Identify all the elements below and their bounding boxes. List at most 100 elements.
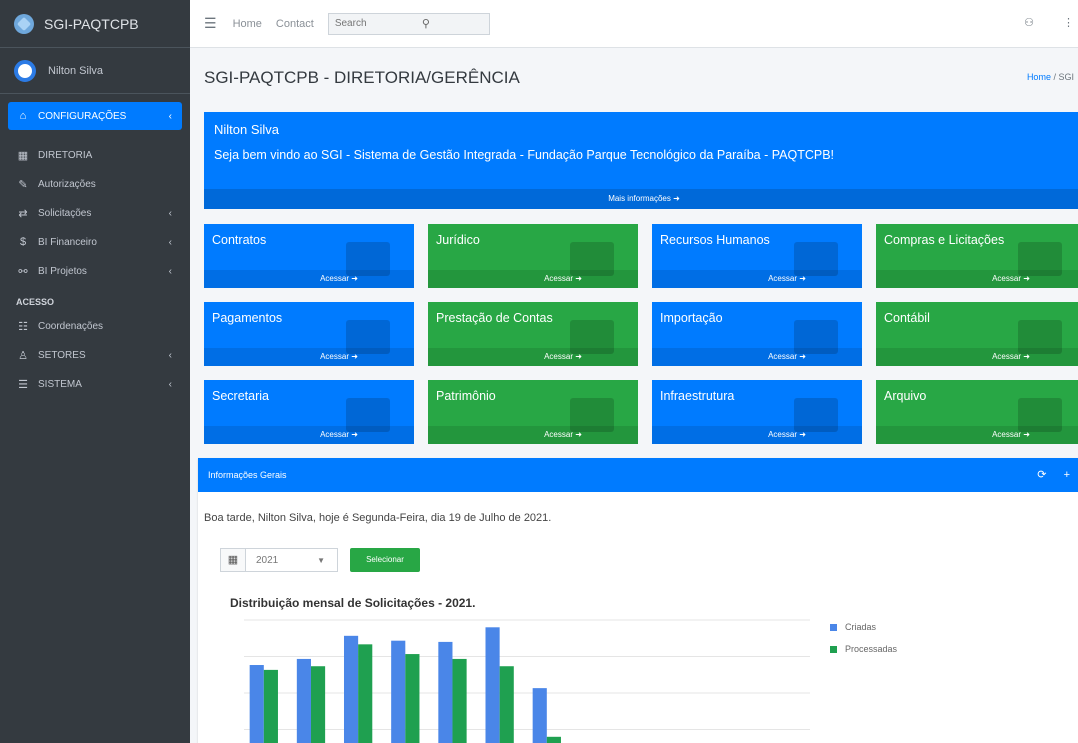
module-access-link[interactable]: Acessar ➜ [428,348,638,366]
content-wrapper: SGI-PAQTCPB - DIRETORIA/GERÊNCIA Home / … [190,48,1078,743]
module-box[interactable]: Jurídico Acessar ➜ [428,224,638,288]
module-box[interactable]: Secretaria Acessar ➜ [204,380,414,444]
module-access-link[interactable]: Acessar ➜ [204,426,414,444]
chart-legend: Criadas Processadas [830,622,897,666]
breadcrumb-home[interactable]: Home [1027,72,1051,82]
module-access-link[interactable]: Acessar ➜ [204,348,414,366]
bar-processadas-3[interactable] [405,654,420,743]
bar-processadas-5[interactable] [499,666,514,743]
breadcrumb-current: SGI [1058,72,1074,82]
chevron-left-icon: ‹ [168,265,172,277]
nav-link-contact[interactable]: Contact [276,18,314,30]
bar-criadas-3[interactable] [391,640,406,743]
bar-criadas-0[interactable] [249,665,264,743]
expand-icon[interactable]: + [1064,469,1070,481]
legend-swatch [830,645,837,653]
module-box[interactable]: Contábil Acessar ➜ [876,302,1078,366]
module-box-title: Patrimônio [436,389,496,403]
bar-criadas-1[interactable] [296,658,311,743]
bar-criadas-2[interactable] [343,635,359,743]
module-box[interactable]: Pagamentos Acessar ➜ [204,302,414,366]
module-box[interactable]: Recursos Humanos Acessar ➜ [652,224,862,288]
legend-swatch [830,623,837,631]
user-panel[interactable]: Nilton Silva [0,48,190,94]
module-access-link[interactable]: Acessar ➜ [428,270,638,288]
sidebar-item-label: Solicitações [38,207,92,219]
chevron-left-icon: ‹ [168,110,172,122]
bar-criadas-4[interactable] [438,641,453,743]
welcome-message: Seja bem vindo ao SGI - Sistema de Gestã… [214,148,835,162]
greeting-text: Boa tarde, Nilton Silva, hoje é Segunda-… [204,512,552,524]
module-access-link[interactable]: Acessar ➜ [652,348,862,366]
module-box[interactable]: Importação Acessar ➜ [652,302,862,366]
module-box-title: Secretaria [212,389,269,403]
bar-processadas-1[interactable] [310,666,326,743]
sidebar-item-item-5[interactable]: ⚯ BI Projetos ‹ [8,258,182,284]
welcome-name: Nilton Silva [214,122,280,137]
module-box[interactable]: Infraestrutura Acessar ➜ [652,380,862,444]
bar-processadas-4[interactable] [452,658,467,743]
calendar-icon[interactable]: ▦ [220,548,246,572]
sidebar-item-label: Autorizações [38,178,96,190]
table-icon: ▦ [17,149,29,162]
sidebar-item-label: SETORES [38,349,86,361]
module-box-title: Arquivo [884,389,927,403]
select-button[interactable]: Selecionar [350,548,420,572]
chevron-left-icon: ‹ [168,207,172,219]
bar-processadas-6[interactable] [546,736,561,743]
module-box[interactable]: Compras e Licitações Acessar ➜ [876,224,1078,288]
brand-link[interactable]: SGI-PAQTCPB [0,0,190,48]
user-menu-icon[interactable]: ⚇ [1024,17,1034,29]
sidebar-item-item-2[interactable]: ✎ Autorizações [8,171,182,197]
module-box[interactable]: Prestação de Contas Acessar ➜ [428,302,638,366]
brand-logo-icon [14,13,34,34]
sidebar-item-label: BI Projetos [38,265,87,277]
page-title: SGI-PAQTCPB - DIRETORIA/GERÊNCIA [204,68,520,87]
top-right-icons: ⚇ ⋮ [998,16,1074,29]
sidebar-item-item-0[interactable]: ⌂ CONFIGURAÇÕES ‹ [8,102,182,130]
sidebar-item-label: Coordenações [38,320,104,332]
module-access-link[interactable]: Acessar ➜ [876,426,1078,444]
nav-link-home[interactable]: Home [233,18,262,30]
refresh-icon[interactable]: ⟳ [1037,469,1046,481]
module-box[interactable]: Contratos Acessar ➜ [204,224,414,288]
legend-item[interactable]: Criadas [830,622,897,632]
menu-toggle-icon[interactable]: ☰ [204,15,217,32]
sidebar-item-section-1[interactable]: ♙ SETORES ‹ [8,342,182,368]
users-icon: ☷ [18,320,28,333]
brand-name: SGI-PAQTCPB [44,15,139,32]
module-access-link[interactable]: Acessar ➜ [652,270,862,288]
year-select[interactable]: 2021 ▼ [246,548,338,572]
module-box[interactable]: Patrimônio Acessar ➜ [428,380,638,444]
module-access-link[interactable]: Acessar ➜ [652,426,862,444]
sidebar-item-label: SISTEMA [38,378,82,390]
sidebar-item-section-0[interactable]: ☷ Coordenações [8,313,182,339]
bar-processadas-2[interactable] [358,644,373,743]
module-access-link[interactable]: Acessar ➜ [876,270,1078,288]
bar-criadas-6[interactable] [532,688,547,743]
server-icon: ☰ [18,378,28,391]
top-navbar: ☰ Home Contact ⚲ ⚇ ⋮ [190,0,1078,48]
module-box-title: Jurídico [436,233,480,247]
more-info-link[interactable]: Mais informações ➜ [204,189,1078,209]
module-access-link[interactable]: Acessar ➜ [204,270,414,288]
search-button[interactable]: ⚲ [409,12,490,35]
more-options-icon[interactable]: ⋮ [1063,17,1074,29]
module-access-link[interactable]: Acessar ➜ [428,426,638,444]
bar-processadas-0[interactable] [263,669,278,743]
sidebar-item-item-1[interactable]: ▦ DIRETORIA [8,142,182,168]
sidebar-item-section-2[interactable]: ☰ SISTEMA ‹ [8,371,182,397]
search-icon: ⚲ [421,18,430,30]
chevron-left-icon: ‹ [168,349,172,361]
module-box-title: Recursos Humanos [660,233,770,247]
money-icon: $ [19,236,27,248]
sidebar-item-label: DIRETORIA [38,149,93,161]
module-access-link[interactable]: Acessar ➜ [876,348,1078,366]
sidebar-item-item-3[interactable]: ⇄ Solicitações ‹ [8,200,182,226]
legend-item[interactable]: Processadas [830,644,897,654]
bar-criadas-5[interactable] [485,627,500,743]
module-box[interactable]: Arquivo Acessar ➜ [876,380,1078,444]
sidebar-item-item-4[interactable]: $ BI Financeiro ‹ [8,229,182,255]
year-filter: ▦ 2021 ▼ Selecionar [220,548,420,572]
search-input[interactable] [327,12,410,35]
